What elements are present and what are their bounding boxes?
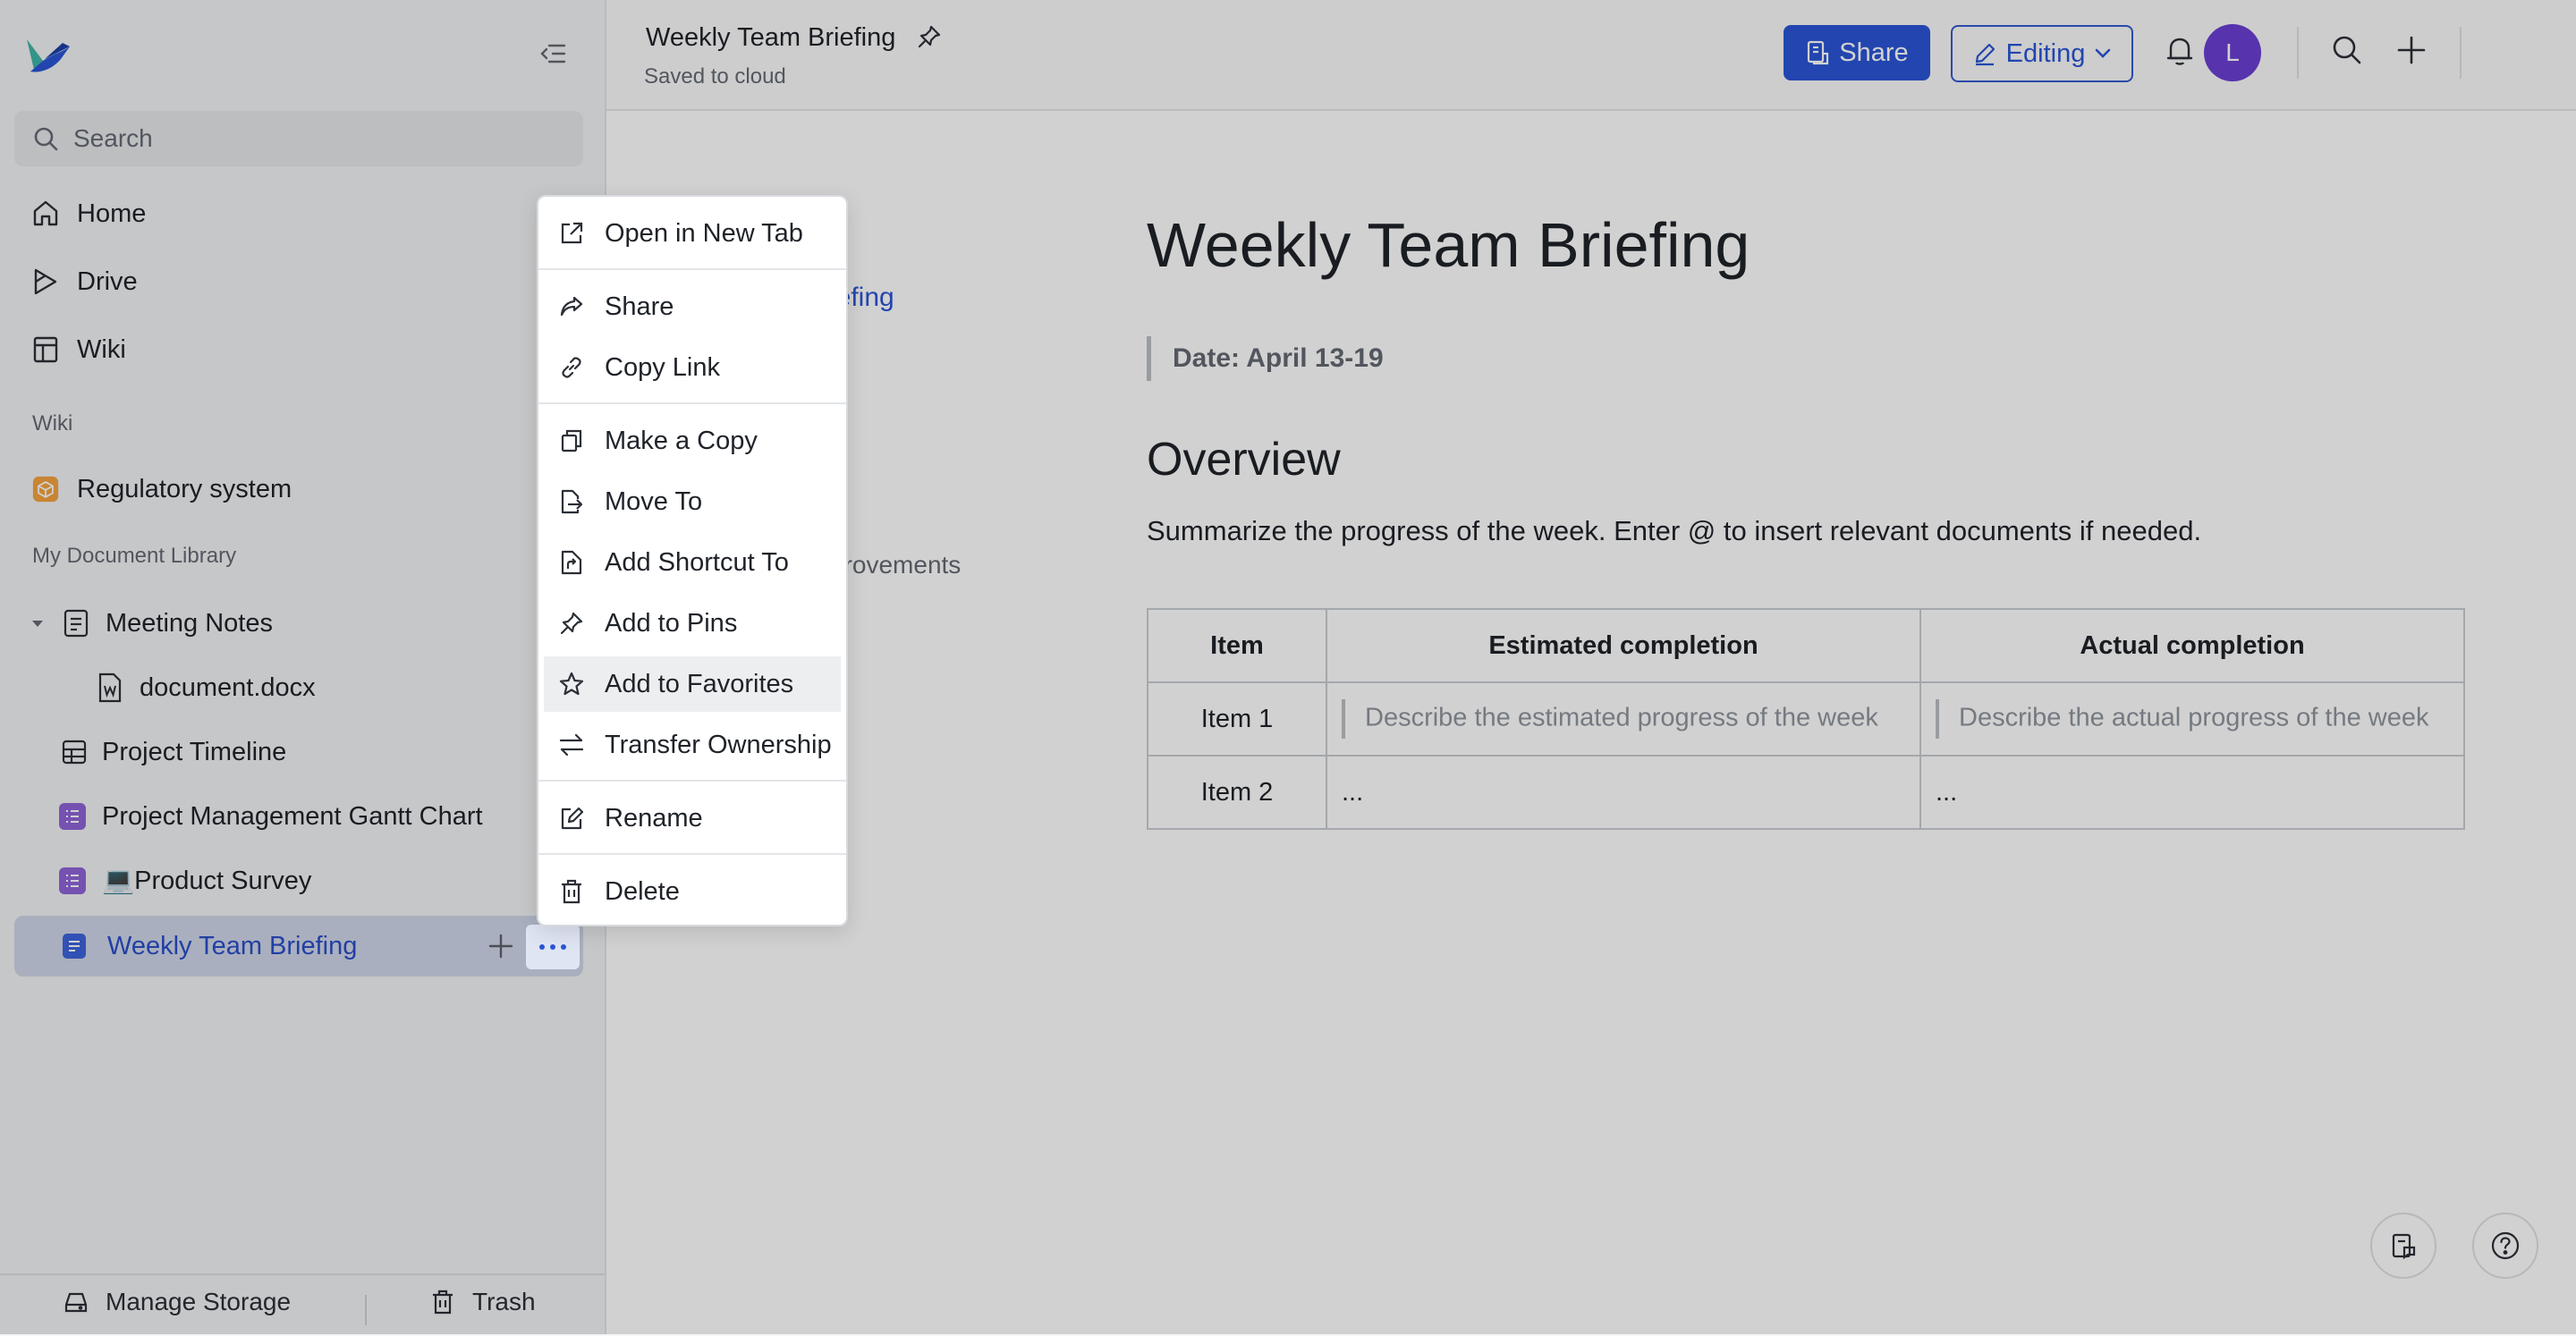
link-icon: [558, 354, 585, 381]
menu-item-label: Move To: [605, 486, 703, 516]
copy-icon: [558, 427, 585, 454]
menu-item-label: Open in New Tab: [605, 218, 803, 248]
menu-item-delete[interactable]: Delete: [544, 864, 841, 919]
menu-divider: [538, 268, 846, 270]
menu-item-copy-link[interactable]: Copy Link: [544, 340, 841, 395]
menu-divider: [538, 402, 846, 404]
menu-item-rename[interactable]: Rename: [544, 791, 841, 846]
menu-item-label: Add to Favorites: [605, 669, 794, 698]
menu-item-transfer-ownership[interactable]: Transfer Ownership: [544, 717, 841, 773]
menu-item-open-in-new-tab[interactable]: Open in New Tab: [544, 206, 841, 261]
menu-item-make-a-copy[interactable]: Make a Copy: [544, 413, 841, 469]
item-more-options-button[interactable]: [526, 925, 580, 969]
menu-item-label: Delete: [605, 876, 680, 906]
menu-item-add-to-favorites[interactable]: Add to Favorites: [544, 656, 841, 712]
menu-item-label: Add to Pins: [605, 608, 738, 638]
star-icon: [558, 671, 585, 698]
menu-item-label: Copy Link: [605, 352, 720, 382]
menu-divider: [538, 853, 846, 855]
menu-item-label: Add Shortcut To: [605, 547, 789, 577]
menu-item-label: Rename: [605, 803, 703, 833]
rename-icon: [558, 805, 585, 832]
menu-divider: [538, 780, 846, 782]
external-link-icon: [558, 220, 585, 247]
menu-item-label: Make a Copy: [605, 426, 758, 455]
transfer-icon: [558, 731, 585, 758]
context-menu: Open in New Tab Share Copy Link Make a C…: [537, 195, 848, 926]
share-icon: [558, 293, 585, 320]
pin-icon: [558, 610, 585, 637]
menu-item-add-to-pins[interactable]: Add to Pins: [544, 596, 841, 651]
add-child-icon[interactable]: [481, 930, 521, 962]
menu-item-add-shortcut-to[interactable]: Add Shortcut To: [544, 535, 841, 590]
menu-item-move-to[interactable]: Move To: [544, 474, 841, 529]
menu-item-label: Share: [605, 292, 674, 321]
move-icon: [558, 488, 585, 515]
more-options-icon: [539, 944, 566, 950]
trash-icon: [558, 878, 585, 905]
modal-overlay[interactable]: [0, 0, 2576, 1334]
shortcut-icon: [558, 549, 585, 576]
menu-item-label: Transfer Ownership: [605, 730, 832, 759]
menu-item-share[interactable]: Share: [544, 279, 841, 334]
